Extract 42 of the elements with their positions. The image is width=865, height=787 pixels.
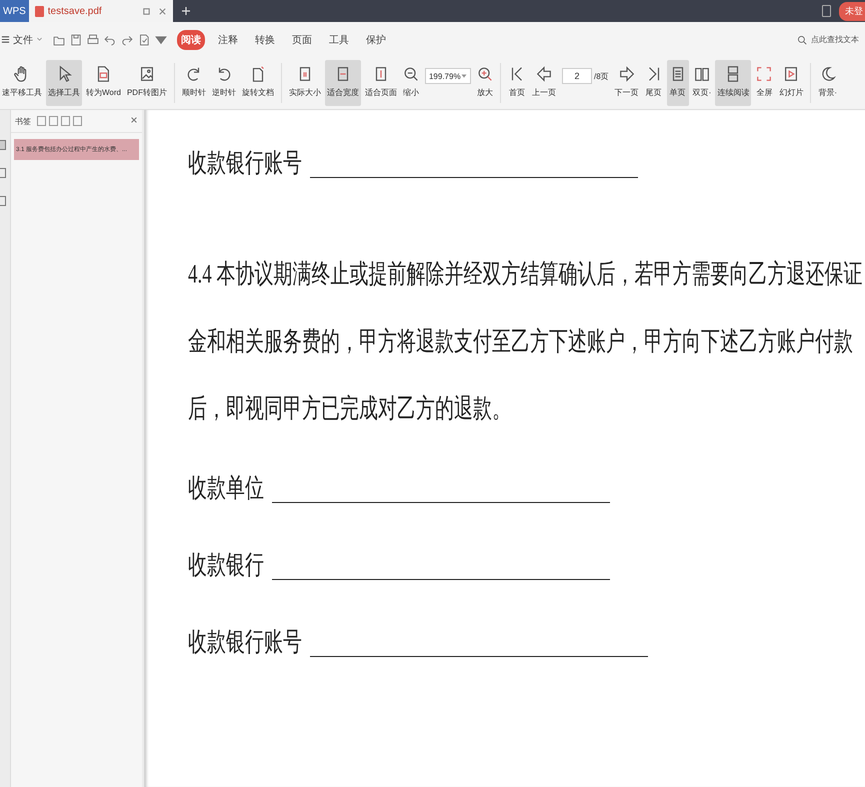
page-count: /8页 [594, 71, 609, 82]
toolbar-button[interactable]: 顺时针 [180, 60, 208, 106]
toolbar-button[interactable]: 全屏 [753, 60, 776, 106]
field-label: 收款银行账号 [188, 148, 302, 180]
field-label: 收款单位 [188, 472, 264, 506]
ribbon-tab[interactable]: 保护 [362, 30, 390, 50]
home-tab[interactable]: WPS [0, 0, 29, 22]
toolbar-button[interactable]: 下一页 [612, 60, 641, 106]
toolbar-button[interactable]: 尾页 [642, 60, 665, 106]
toolbar-button[interactable]: 单页 [666, 60, 689, 106]
toolbar-button[interactable]: 背景· [816, 60, 839, 106]
ribbon-tab[interactable]: 工具 [325, 30, 353, 50]
toolbar-button[interactable]: PDF转图片 [124, 60, 169, 106]
toolbar-button[interactable]: 选择工具 [46, 60, 82, 106]
paragraph: 4.4 本协议期满终止或提前解除并经双方结算确认后，若甲方需要向乙方退还保证 金和相关服务费的，甲方将退款支付至乙方下述账户，甲方向下述乙方账户付款 后，即视同甲方已完成对乙方的退款。 [188, 259, 862, 426]
document-tab[interactable]: testsave.pdf [28, 0, 173, 22]
zoom-field[interactable]: 199.79% [424, 68, 471, 84]
ribbon-tab[interactable]: 页面 [288, 30, 316, 50]
toolbar-button[interactable]: 旋转文档 [240, 60, 276, 106]
page-field[interactable]: 2 [562, 68, 592, 84]
ribbon-tab[interactable]: 注释 [214, 30, 242, 50]
toolbar-button[interactable]: 双页· [690, 60, 714, 106]
toolbar-button[interactable]: 转为Word [84, 60, 123, 106]
toolbar-button[interactable]: 逆时针 [210, 60, 238, 106]
toolbar-button[interactable]: 实际大小 [286, 60, 323, 106]
file-menu[interactable]: 文件 [13, 32, 33, 46]
field-label: 收款银行 [188, 550, 264, 582]
login-button[interactable]: 未登 [839, 2, 865, 20]
toolbar-button[interactable]: 速平移工具 [0, 60, 44, 106]
toolbar-button[interactable]: 连续阅读 [715, 60, 752, 106]
toolbar-button[interactable]: 首页 [506, 60, 528, 106]
panel-title: 书签 [15, 116, 31, 126]
ribbon-tab[interactable]: 转换 [251, 30, 279, 50]
ribbon-tab[interactable]: 阅读 [177, 30, 205, 50]
field-label: 收款银行账号 [188, 626, 302, 660]
toolbar-button[interactable]: 上一页 [530, 60, 558, 106]
toolbar-button[interactable]: 幻灯片 [777, 60, 806, 106]
search-field[interactable]: 点此查找文本 [811, 35, 863, 44]
zoom-in-button[interactable]: 放大 [474, 60, 495, 106]
toolbar-button[interactable]: 适合宽度 [324, 60, 361, 106]
toolbar-button[interactable]: 适合页面 [362, 60, 399, 106]
zoom-out-button[interactable]: 缩小 [400, 60, 421, 106]
